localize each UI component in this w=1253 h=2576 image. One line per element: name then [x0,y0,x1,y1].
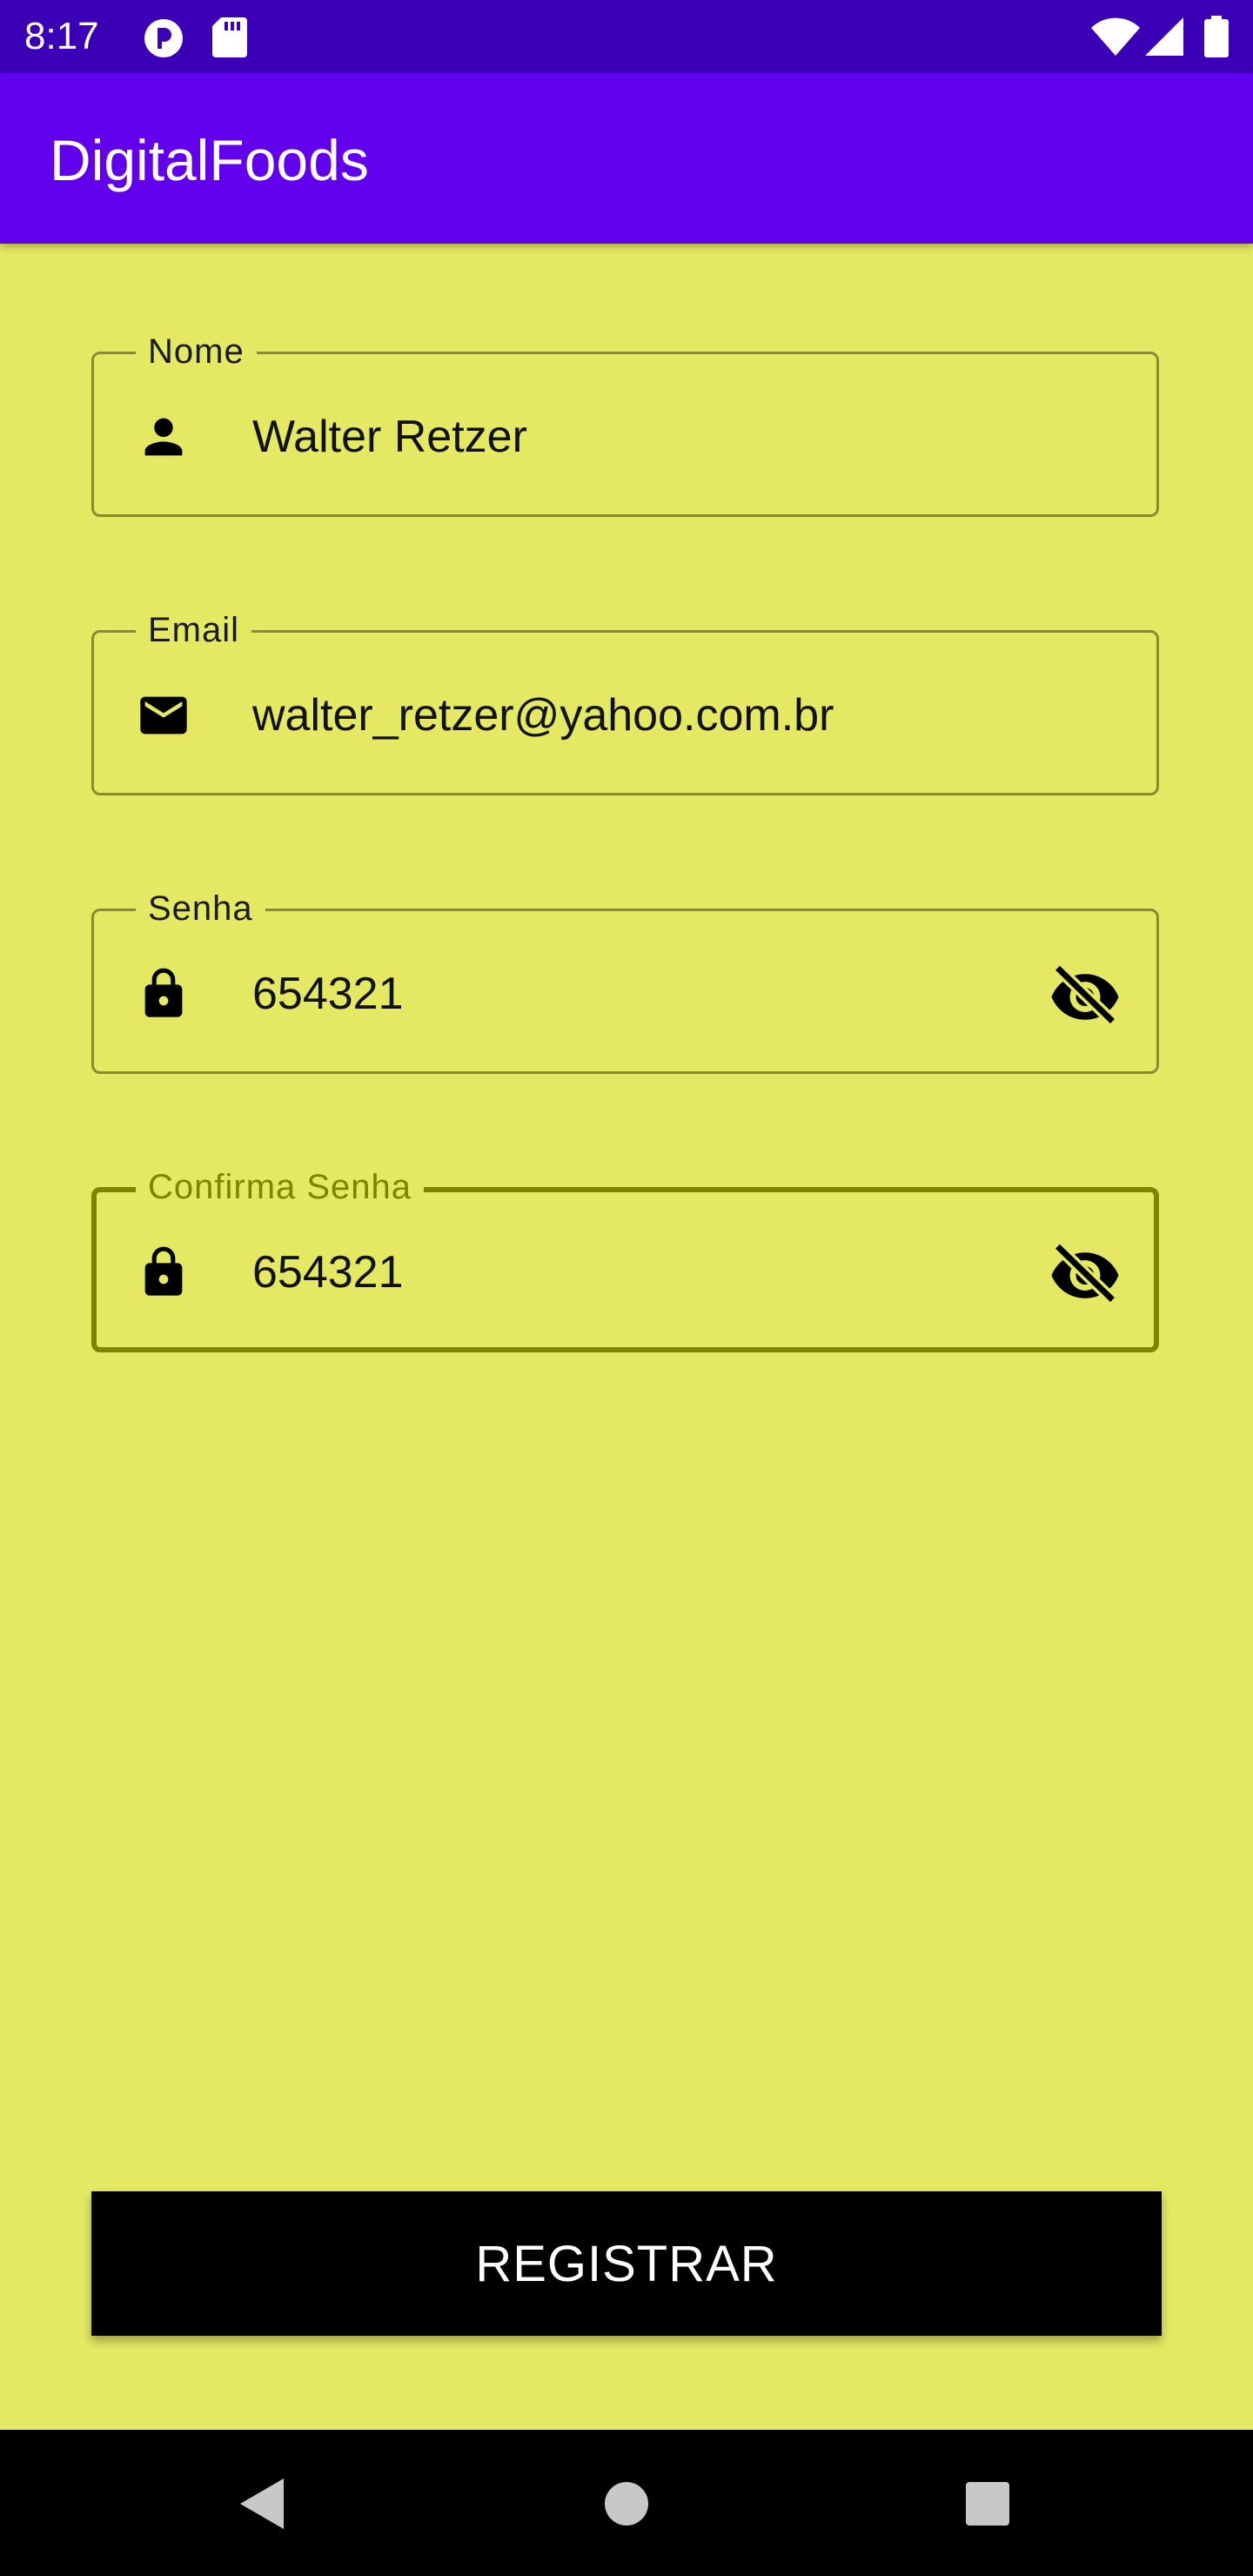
email-label: Email [136,608,252,652]
signal-icon [1145,17,1183,56]
name-field[interactable]: Nome Walter Retzer [91,330,1159,517]
confirm-password-field[interactable]: Confirma Senha 654321 [91,1165,1159,1352]
navigation-bar [0,2430,1253,2576]
mail-icon [140,696,187,735]
lock-icon [144,1246,183,1296]
person-icon [144,418,183,456]
sd-card-icon [212,17,247,57]
status-time: 8:17 [24,15,99,57]
confirm-password-input[interactable]: 654321 [252,1244,404,1301]
p-circle-icon [144,19,183,57]
app-bar: DigitalFoods [0,73,1253,244]
password-field[interactable]: Senha 654321 [91,887,1159,1074]
password-label: Senha [136,887,265,930]
home-icon[interactable] [596,2473,657,2534]
name-label: Nome [136,330,257,373]
visibility-off-icon[interactable] [1049,1242,1122,1303]
email-input[interactable]: walter_retzer@yahoo.com.br [252,687,834,744]
password-input[interactable]: 654321 [252,965,404,1023]
lock-icon [144,968,183,1017]
recents-icon[interactable] [957,2473,1018,2534]
battery-icon [1204,16,1229,57]
app-title: DigitalFoods [50,128,369,192]
visibility-off-icon[interactable] [1049,963,1122,1024]
wifi-icon [1091,17,1140,56]
status-bar: 8:17 [0,0,1253,73]
email-field[interactable]: Email walter_retzer@yahoo.com.br [91,608,1159,795]
register-button[interactable]: REGISTRAR [91,2191,1162,2336]
confirm-password-label: Confirma Senha [136,1165,425,1209]
name-input[interactable]: Walter Retzer [252,408,527,466]
back-icon[interactable] [231,2473,292,2534]
